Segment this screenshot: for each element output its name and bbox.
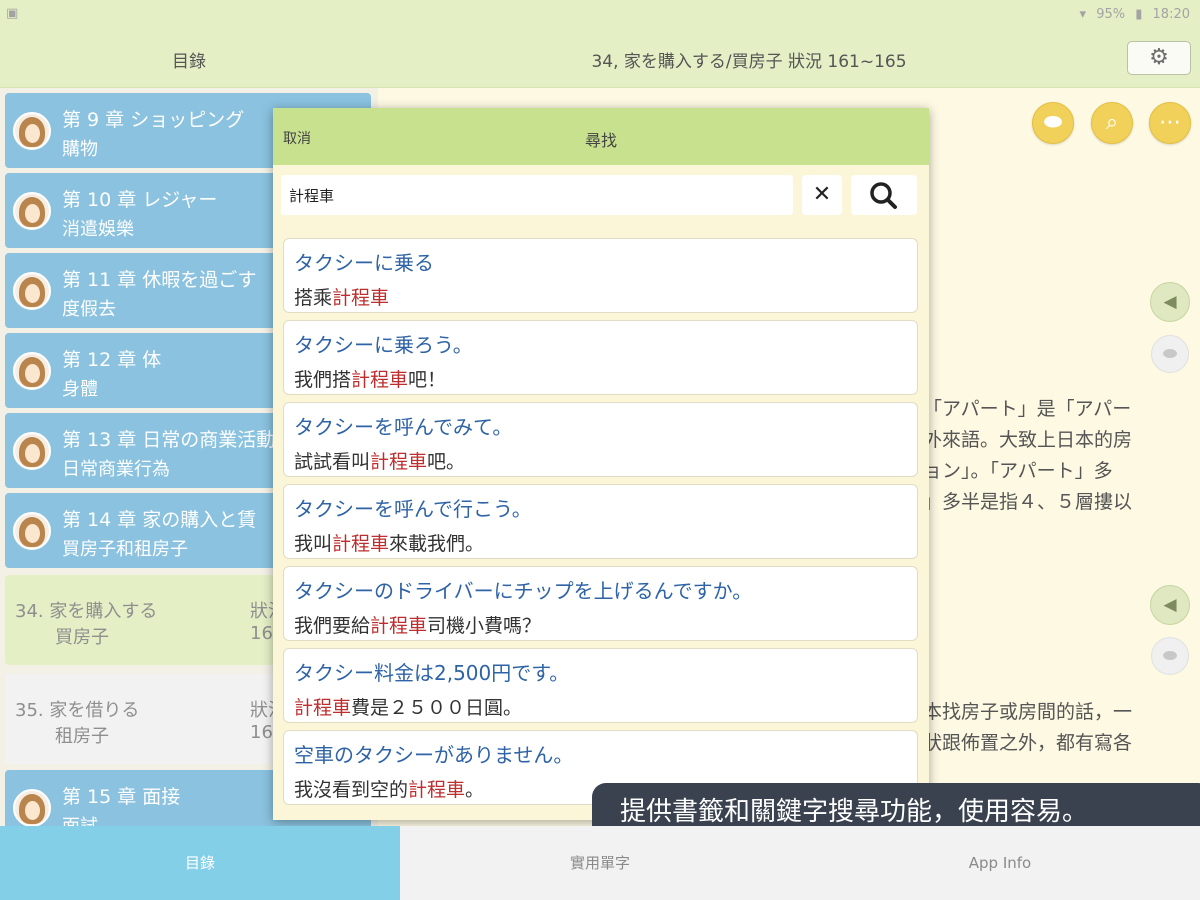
search-result-item[interactable]: タクシーを呼んで行こう。 我叫計程車來載我們。 <box>283 484 918 559</box>
status-bar: ▣ ▾ 95% ▮ 18:20 <box>0 0 1200 30</box>
search-button[interactable]: ⌕ <box>1091 102 1133 144</box>
paragraph-line: ョン」。「アパート」多 <box>923 460 1113 482</box>
chapter-subtitle: 面試 <box>62 812 98 826</box>
result-chinese: 計程車費是２５００日圓。 <box>294 697 523 719</box>
paragraph-line: 外來語。大致上日本的房 <box>923 429 1133 451</box>
chapter-subtitle: 消遣娛樂 <box>62 219 134 240</box>
header-bar: 目錄 34, 家を購入する/買房子 狀況 161~165 ⚙ <box>0 30 1200 88</box>
section-title: 34. 家を購入する <box>15 601 158 622</box>
more-icon: ⋯ <box>1159 110 1181 135</box>
paragraph-line: 「アパート」是「アパー <box>923 398 1132 420</box>
chapter-title: 第 9 章 ショッピング <box>62 109 245 131</box>
result-chinese: 我沒看到空的計程車。 <box>294 779 485 801</box>
clear-button[interactable]: ✕ <box>802 175 842 215</box>
result-chinese: 搭乘計程車 <box>294 287 390 309</box>
bookmark-button[interactable]: ⬬ <box>1032 102 1074 144</box>
paragraph-line: 狀跟佈置之外，都有寫各 <box>923 732 1133 754</box>
result-chinese: 我叫計程車來載我們。 <box>294 533 485 555</box>
page-title: 34, 家を購入する/買房子 狀況 161~165 <box>591 52 907 72</box>
result-chinese: 我們要給計程車司機小費嗎？ <box>294 615 542 637</box>
section-title: 35. 家を借りる <box>15 700 140 721</box>
result-keyword-highlight: 計程車 <box>370 451 428 473</box>
result-japanese: タクシーに乗ろう。 <box>294 333 473 357</box>
speaker-icon: ◀ <box>1163 292 1177 312</box>
settings-button[interactable]: ⚙ <box>1127 41 1191 75</box>
bookmark-tag-button[interactable]: ⬬ <box>1151 335 1189 373</box>
tab-toc[interactable]: 目錄 <box>0 826 400 900</box>
result-japanese: タクシー料金は2,500円です。 <box>294 661 570 685</box>
search-results: タクシーに乗る 搭乘計程車 タクシーに乗ろう。 我們搭計程車吧！ タクシーを呼ん… <box>283 238 918 812</box>
search-icon: ⌕ <box>1105 110 1119 135</box>
avatar <box>13 512 51 550</box>
gear-icon: ⚙ <box>1149 45 1169 70</box>
result-chinese: 試試看叫計程車吧。 <box>294 451 466 473</box>
chapter-subtitle: 購物 <box>62 139 98 160</box>
result-japanese: タクシーのドライバーにチップを上げるんですか。 <box>294 579 753 603</box>
result-keyword-highlight: 計程車 <box>332 533 390 555</box>
paragraph-line: 」多半是指４、５層摟以 <box>923 491 1133 513</box>
section-subtitle: 買房子 <box>55 627 109 648</box>
result-keyword-highlight: 計程車 <box>408 779 466 801</box>
tab-vocabulary[interactable]: 實用單字 <box>400 826 800 900</box>
avatar <box>13 432 51 470</box>
search-result-item[interactable]: タクシーを呼んでみて。 試試看叫計程車吧。 <box>283 402 918 477</box>
avatar <box>13 112 51 150</box>
tag-icon: ⬬ <box>1043 110 1063 135</box>
chapter-title: 第 10 章 レジャー <box>62 189 218 211</box>
avatar <box>13 272 51 310</box>
search-submit-button[interactable] <box>851 175 917 215</box>
chapter-subtitle: 日常商業行為 <box>62 459 170 480</box>
result-japanese: 空車のタクシーがありません。 <box>294 743 574 767</box>
chapter-subtitle: 度假去 <box>62 299 116 320</box>
result-keyword-highlight: 計程車 <box>294 697 352 719</box>
chapter-title: 第 12 章 体 <box>62 349 162 371</box>
audio-button[interactable]: ◀ <box>1150 585 1190 625</box>
chapter-subtitle: 身體 <box>62 379 98 400</box>
search-icon <box>870 182 897 209</box>
tag-icon: ⬬ <box>1162 646 1178 666</box>
result-chinese: 我們搭計程車吧！ <box>294 369 447 391</box>
chapter-title: 第 13 章 日常の商業活動 <box>62 429 276 451</box>
paragraph-line: 本找房子或房間的話，一 <box>923 701 1133 723</box>
chapter-title: 第 14 章 家の購入と賃 <box>62 509 257 531</box>
result-japanese: タクシーを呼んでみて。 <box>294 415 513 439</box>
result-keyword-highlight: 計程車 <box>370 615 428 637</box>
close-icon: ✕ <box>812 182 832 207</box>
section-subtitle: 租房子 <box>55 726 109 747</box>
toc-title: 目錄 <box>172 52 206 72</box>
search-result-item[interactable]: タクシーに乗る 搭乘計程車 <box>283 238 918 313</box>
notification-icon: ▣ <box>6 6 19 21</box>
more-button[interactable]: ⋯ <box>1149 102 1191 144</box>
result-keyword-highlight: 計程車 <box>332 287 390 309</box>
speaker-icon: ◀ <box>1163 595 1177 615</box>
avatar <box>13 789 51 826</box>
bookmark-tag-button[interactable]: ⬬ <box>1151 637 1189 675</box>
avatar <box>13 192 51 230</box>
search-result-item[interactable]: タクシー料金は2,500円です。 計程車費是２５００日圓。 <box>283 648 918 723</box>
status-indicators: ▾ 95% ▮ 18:20 <box>1074 7 1190 22</box>
dialog-header: 取消 尋找 <box>273 108 929 165</box>
battery-level: 95% <box>1096 7 1126 22</box>
search-result-item[interactable]: タクシーに乗ろう。 我們搭計程車吧！ <box>283 320 918 395</box>
battery-icon: ▮ <box>1135 7 1143 22</box>
bottom-tab-bar: 目錄 實用單字 App Info <box>0 826 1200 900</box>
chapter-title: 第 15 章 面接 <box>62 786 181 808</box>
audio-button[interactable]: ◀ <box>1150 282 1190 322</box>
result-japanese: タクシーを呼んで行こう。 <box>294 497 532 521</box>
avatar <box>13 352 51 390</box>
chapter-subtitle: 買房子和租房子 <box>62 539 188 560</box>
clock: 18:20 <box>1152 7 1190 22</box>
search-dialog: 取消 尋找 ✕ タクシーに乗る 搭乘計程車 タクシーに乗ろう。 我們搭計程車吧！… <box>273 108 929 820</box>
result-japanese: タクシーに乗る <box>294 251 434 275</box>
tag-icon: ⬬ <box>1162 344 1178 364</box>
wifi-icon: ▾ <box>1079 7 1087 22</box>
result-keyword-highlight: 計程車 <box>351 369 409 391</box>
search-result-item[interactable]: タクシーのドライバーにチップを上げるんですか。 我們要給計程車司機小費嗎？ <box>283 566 918 641</box>
search-input[interactable] <box>281 175 793 215</box>
chapter-title: 第 11 章 休暇を過ごす <box>62 269 257 291</box>
dialog-title: 尋找 <box>584 131 617 150</box>
tab-app-info[interactable]: App Info <box>800 826 1200 900</box>
